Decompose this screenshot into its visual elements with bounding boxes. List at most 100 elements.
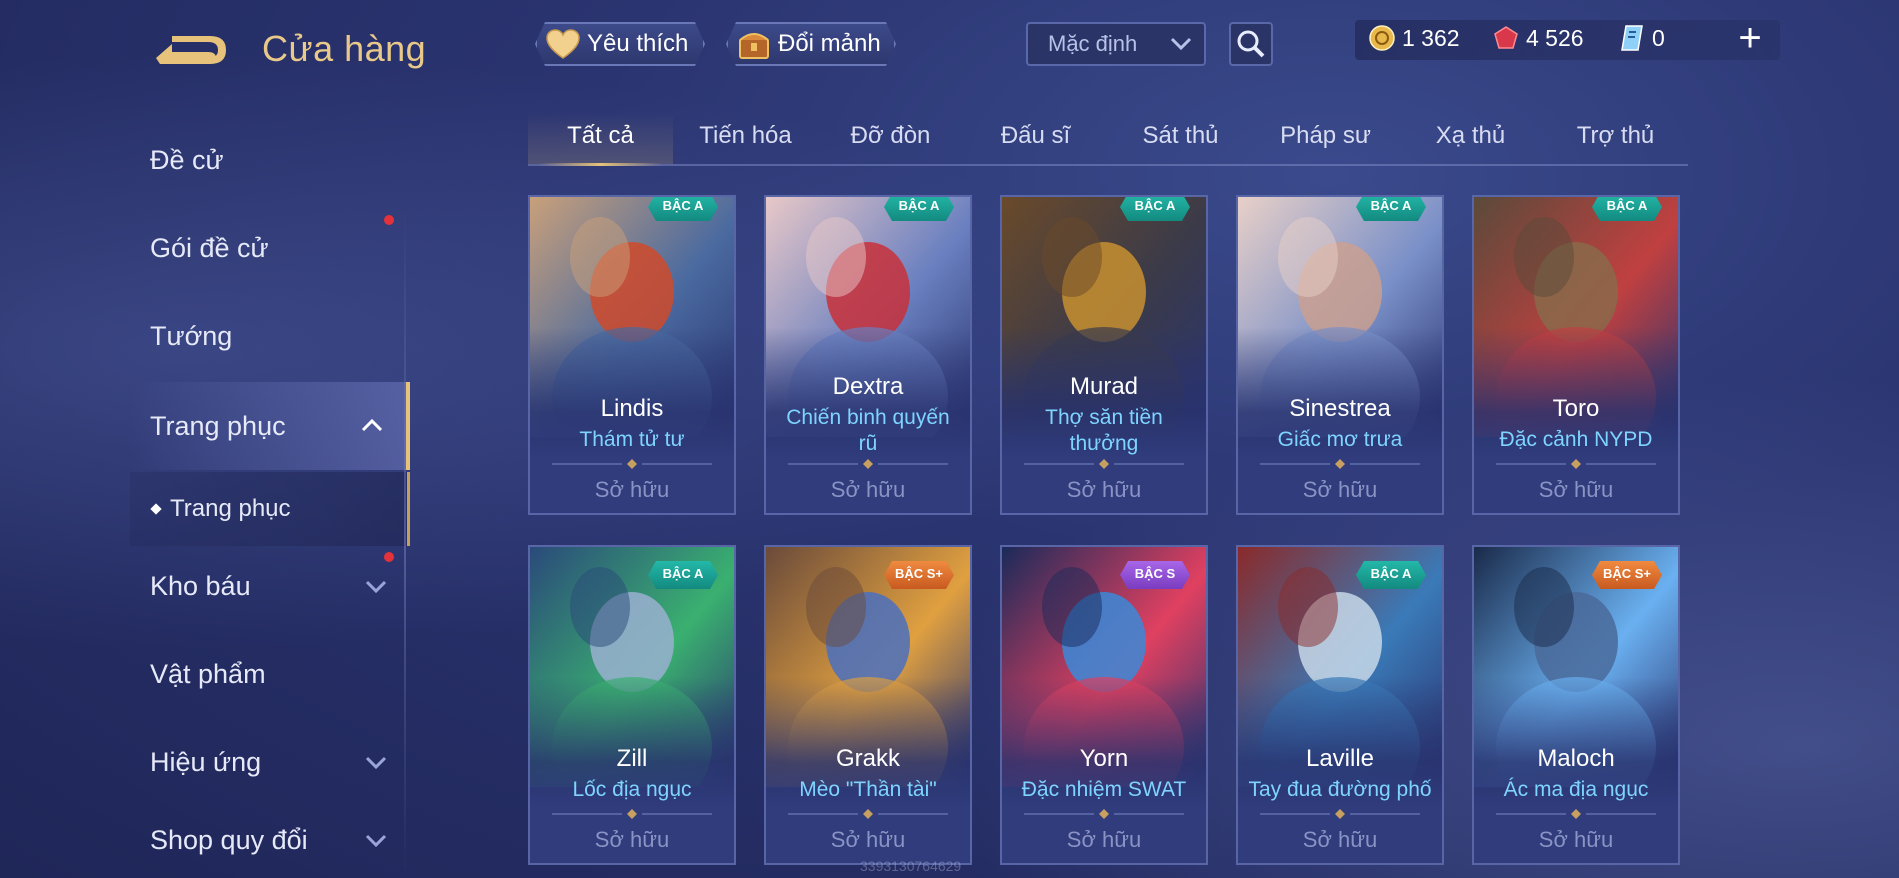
sidebar-subitem-skins[interactable]: Trang phục <box>130 472 410 546</box>
sidebar-item-heroes[interactable]: Tướng <box>130 298 410 374</box>
sidebar-item-treasure[interactable]: Kho báu <box>130 548 410 624</box>
skin-card[interactable]: BẬC A Toro Đặc cảnh NYPD Sở hữu <box>1472 195 1680 515</box>
tab-all[interactable]: Tất cả <box>528 112 673 166</box>
skin-card[interactable]: BẬC A Dextra Chiến binh quyến rũ Sở hữu <box>764 195 972 515</box>
skin-name: Đặc cảnh NYPD <box>1499 428 1653 451</box>
skin-card[interactable]: BẬC S+ Maloch Ác ma địa ngục Sở hữu <box>1472 545 1680 865</box>
back-button[interactable] <box>150 28 230 72</box>
skin-name: Chiến binh quyến rũ <box>786 406 950 455</box>
chevron-down-icon <box>365 756 387 770</box>
tier-badge: BẬC S <box>1120 561 1190 589</box>
gold-amount: 1 362 <box>1402 24 1460 51</box>
hero-name: Grakk <box>835 745 900 772</box>
hero-name: Zill <box>616 745 648 772</box>
skin-card[interactable]: BẬC A Murad Thợ săn tiền thưởng Sở hữu <box>1000 195 1208 515</box>
owned-status: Sở hữu <box>1302 827 1378 852</box>
ruby-amount: 4 526 <box>1526 24 1584 51</box>
divider-ornament <box>1496 459 1656 469</box>
divider-ornament <box>788 459 948 469</box>
tab-mage[interactable]: Pháp sư <box>1253 112 1398 164</box>
add-currency-button[interactable]: + <box>1732 18 1768 58</box>
chest-icon <box>736 27 772 61</box>
sidebar-item-label: Đề cử <box>150 144 224 175</box>
favorites-button[interactable]: Yêu thích <box>535 22 705 66</box>
hero-name: Yorn <box>1079 745 1129 772</box>
voucher-balance: 0 <box>1618 24 1665 52</box>
ruby-gem-icon <box>1492 24 1520 52</box>
skin-name: Mèo "Thần tài" <box>799 778 937 801</box>
skin-name: Ác ma địa ngục <box>1503 778 1649 801</box>
sidebar-item-recommended-packs[interactable]: Gói đề cử <box>130 210 410 286</box>
skin-grid: BẬC A Lindis Thám tử tư Sở hữu BẬC A Dex… <box>528 195 1688 878</box>
category-tabs: Tất cả Tiến hóa Đỡ đòn Đấu sĩ Sát thủ Ph… <box>528 112 1688 166</box>
tier-badge: BẬC S+ <box>884 561 954 589</box>
hero-name: Toro <box>1552 395 1600 422</box>
owned-status: Sở hữu <box>1538 827 1614 852</box>
divider-ornament <box>552 809 712 819</box>
sidebar-item-label: Vật phẩm <box>150 658 266 689</box>
sidebar-item-exchange-shop[interactable]: Shop quy đổi <box>130 802 410 878</box>
hero-name: Dextra <box>832 373 904 400</box>
fragment-exchange-label: Đổi mảnh <box>778 30 881 57</box>
skin-name: Giấc mơ trưa <box>1277 428 1403 451</box>
notification-dot <box>384 215 394 225</box>
sidebar-item-label: Gói đề cử <box>150 232 269 263</box>
divider-ornament <box>1260 809 1420 819</box>
sidebar-item-label: Trang phục <box>150 410 286 441</box>
tab-assassin[interactable]: Sát thủ <box>1108 112 1253 164</box>
tier-badge: BẬC A <box>648 561 718 589</box>
gold-coin-icon <box>1368 24 1396 52</box>
sidebar-subitem-label: Trang phục <box>170 495 291 522</box>
skin-card[interactable]: BẬC S+ Grakk Mèo "Thần tài" Sở hữu <box>764 545 972 865</box>
divider-ornament <box>552 459 712 469</box>
tier-badge: BẬC A <box>648 195 718 221</box>
chevron-down-icon <box>365 580 387 594</box>
sidebar-item-skins[interactable]: Trang phục <box>130 382 410 470</box>
owned-status: Sở hữu <box>830 827 906 852</box>
tab-evolution[interactable]: Tiến hóa <box>673 112 818 164</box>
tab-support[interactable]: Trợ thủ <box>1543 112 1688 164</box>
sidebar-item-label: Kho báu <box>150 570 251 601</box>
sidebar-item-items[interactable]: Vật phẩm <box>130 636 410 712</box>
gold-balance: 1 362 <box>1368 24 1460 52</box>
skin-card[interactable]: BẬC A Laville Tay đua đường phố Sở hữu <box>1236 545 1444 865</box>
fragment-exchange-button[interactable]: Đổi mảnh <box>726 22 896 66</box>
tab-marksman[interactable]: Xạ thủ <box>1398 112 1543 164</box>
sort-value: Mặc định <box>1048 31 1138 56</box>
tier-badge: BẬC S+ <box>1592 561 1662 589</box>
skin-card[interactable]: BẬC A Zill Lốc địa ngục Sở hữu <box>528 545 736 865</box>
ruby-balance: 4 526 <box>1492 24 1584 52</box>
tier-badge: BẬC A <box>1120 195 1190 221</box>
sidebar-item-effects[interactable]: Hiệu ứng <box>130 724 410 800</box>
voucher-amount: 0 <box>1652 24 1665 51</box>
skin-card[interactable]: BẬC A Lindis Thám tử tư Sở hữu <box>528 195 736 515</box>
heart-icon <box>545 27 581 61</box>
divider-ornament <box>1260 459 1420 469</box>
owned-status: Sở hữu <box>594 477 670 502</box>
notification-dot <box>384 552 394 562</box>
divider-ornament <box>1024 809 1184 819</box>
search-icon <box>1237 30 1265 58</box>
skin-name: Thám tử tư <box>579 428 685 451</box>
divider-ornament <box>788 809 948 819</box>
hero-name: Laville <box>1305 745 1375 772</box>
chevron-down-icon <box>1170 37 1192 51</box>
skin-card[interactable]: BẬC A Sinestrea Giấc mơ trưa Sở hữu <box>1236 195 1444 515</box>
skin-name: Lốc địa ngục <box>572 778 692 801</box>
sidebar-item-recommended[interactable]: Đề cử <box>130 122 410 198</box>
hero-name: Sinestrea <box>1289 395 1391 422</box>
tier-badge: BẬC A <box>1592 195 1662 221</box>
sidebar-item-label: Shop quy đổi <box>150 824 308 855</box>
sidebar-divider <box>404 210 406 878</box>
tab-tank[interactable]: Đỡ đòn <box>818 112 963 164</box>
tab-fighter[interactable]: Đấu sĩ <box>963 112 1108 164</box>
back-arrow-icon <box>156 36 226 64</box>
divider-ornament <box>1496 809 1656 819</box>
hero-name: Lindis <box>600 395 664 422</box>
search-button[interactable] <box>1229 22 1273 66</box>
divider-ornament <box>1024 459 1184 469</box>
skin-card[interactable]: BẬC S Yorn Đặc nhiệm SWAT Sở hữu <box>1000 545 1208 865</box>
sort-dropdown[interactable]: Mặc định <box>1026 22 1206 66</box>
owned-status: Sở hữu <box>1066 477 1142 502</box>
owned-status: Sở hữu <box>594 827 670 852</box>
